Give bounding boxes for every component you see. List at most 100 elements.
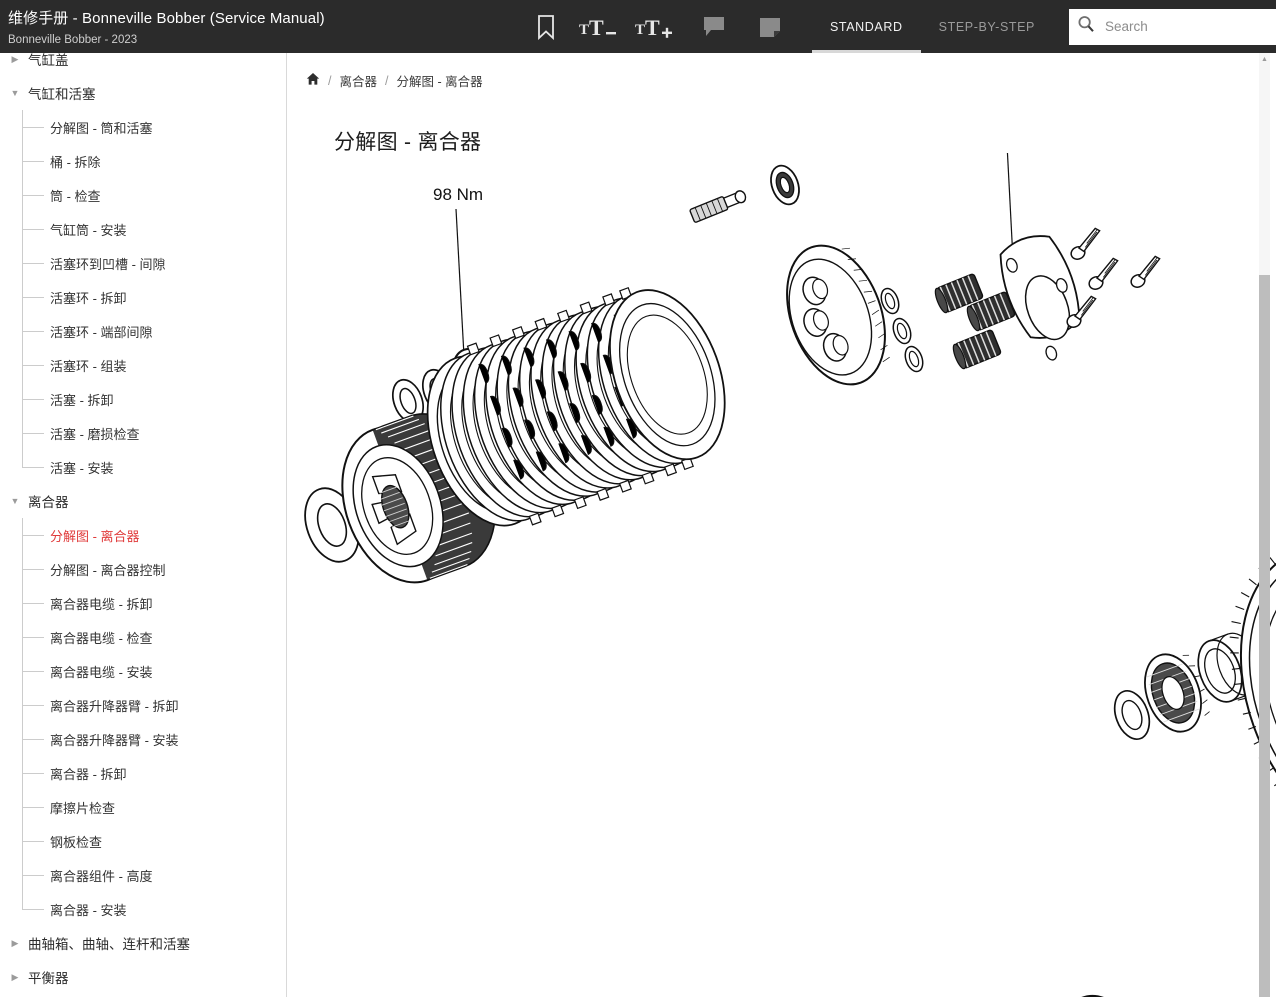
document-subtitle: Bonneville Bobber - 2023 [8,32,500,48]
toc-item-label: 钢板检查 [50,832,102,851]
chevron-down-icon: ▼ [8,497,22,506]
toc-item-label: 活塞 - 拆卸 [50,390,114,409]
toc-item-label: 活塞 - 磨损检查 [50,424,140,443]
bookmark-icon [535,14,557,40]
toc-item[interactable]: 活塞 - 安装 [0,450,270,484]
text-increase-icon: T T [635,14,681,40]
note-icon [758,15,782,39]
toc-item[interactable]: 气缸筒 - 安装 [0,212,270,246]
part-pushrod-adjuster [690,188,748,222]
toc-item-label: 离合器升降器臂 - 安装 [50,730,179,749]
part-small-ring-c [902,344,926,374]
toc-item-label: 筒 - 检查 [50,186,101,205]
toc-children-clutch: 分解图 - 离合器 分解图 - 离合器控制 离合器电缆 - 拆卸 离合器电缆 -… [0,518,270,926]
toc-item-label: 离合器 - 安装 [50,900,127,919]
toc-item[interactable]: 分解图 - 筒和活塞 [0,110,270,144]
clutch-exploded-diagram: 98 Nm 10 Nm [288,153,1276,997]
toc-item[interactable]: 筒 - 检查 [0,178,270,212]
toc-item[interactable]: 活塞环 - 组装 [0,348,270,382]
diagram-container: 98 Nm 10 Nm [288,153,1276,997]
comment-icon [702,15,726,39]
note-button[interactable] [742,0,798,53]
toc-tree: ▶ 气缸盖 ▼ 气缸和活塞 分解图 - 筒和活塞 桶 - 拆除 筒 - 检查 气… [0,53,270,997]
toc-item[interactable]: 离合器电缆 - 检查 [0,620,270,654]
part-pressure-plate [769,232,903,398]
toc-group-balancer[interactable]: ▶ 平衡器 [0,960,270,994]
toc-item[interactable]: 离合器升降器臂 - 安装 [0,722,270,756]
search-icon [1077,15,1095,38]
toc-group-clutch[interactable]: ▼ 离合器 [0,484,270,518]
toc-item[interactable]: 离合器 - 拆卸 [0,756,270,790]
toc-item[interactable]: 摩擦片检查 [0,790,270,824]
toolbar: T T T T [500,0,1276,53]
comment-button[interactable] [686,0,742,53]
page-title: 分解图 - 离合器 [334,126,1276,156]
toc-item[interactable]: 离合器升降器臂 - 拆卸 [0,688,270,722]
toc-item-label: 摩擦片检查 [50,798,115,817]
toc-item[interactable]: 活塞 - 拆卸 [0,382,270,416]
search-input[interactable] [1103,18,1276,35]
view-mode-tabs: STANDARD STEP-BY-STEP [812,0,1053,53]
document-title: 维修手册 - Bonneville Bobber (Service Manual… [8,9,500,28]
svg-text:T: T [645,15,660,40]
breadcrumb-item-clutch[interactable]: 离合器 [339,71,377,90]
toc-item-label: 桶 - 拆除 [50,152,101,171]
part-retainer-bolt-a [1065,227,1107,261]
toc-item[interactable]: 离合器电缆 - 安装 [0,654,270,688]
toc-item-label: 离合器升降器臂 - 拆卸 [50,696,179,715]
toc-item[interactable]: 活塞环到凹槽 - 间隙 [0,246,270,280]
toc-item-label: 分解图 - 离合器控制 [50,560,166,579]
app-root: 维修手册 - Bonneville Bobber (Service Manual… [0,0,1276,997]
toc-item[interactable]: 钢板检查 [0,824,270,858]
toc-item-label: 活塞环 - 拆卸 [50,288,127,307]
toc-item-label: 离合器组件 - 高度 [50,866,153,885]
toc-item-label: 离合器 - 拆卸 [50,764,127,783]
part-clutch-spring-c [951,329,1002,370]
toc-item[interactable]: 桶 - 拆除 [0,144,270,178]
toc-group-label: 平衡器 [28,967,69,987]
tab-standard[interactable]: STANDARD [812,0,921,53]
chevron-down-icon: ▼ [8,89,22,98]
toc-item[interactable]: 离合器组件 - 高度 [0,858,270,892]
home-icon[interactable] [306,72,320,89]
breadcrumb-separator: / [328,74,331,88]
toc-group-cylinder-piston[interactable]: ▼ 气缸和活塞 [0,76,270,110]
toc-item-label: 活塞环 - 组装 [50,356,127,375]
toc-item[interactable]: 分解图 - 离合器控制 [0,552,270,586]
part-retainer-bolt-torqued [1125,255,1167,289]
bookmark-button[interactable] [518,0,574,53]
toc-group-crankcase[interactable]: ▶ 曲轴箱、曲轴、连杆和活塞 [0,926,270,960]
sidebar-navigation: ▶ 气缸盖 ▼ 气缸和活塞 分解图 - 筒和活塞 桶 - 拆除 筒 - 检查 气… [0,53,287,997]
breadcrumb: / 离合器 / 分解图 - 离合器 [288,53,1276,90]
chevron-right-icon: ▶ [8,55,22,64]
text-decrease-button[interactable]: T T [574,0,630,53]
toc-item-active[interactable]: 分解图 - 离合器 [0,518,270,552]
toc-item[interactable]: 活塞 - 磨损检查 [0,416,270,450]
svg-text:T: T [579,22,589,38]
sidebar-scrollbar[interactable]: ▲ [1259,53,1270,997]
content-pane: / 离合器 / 分解图 - 离合器 分解图 - 离合器 [288,53,1276,997]
svg-text:T: T [635,22,645,38]
search-box[interactable] [1069,9,1276,45]
breadcrumb-separator: / [385,74,388,88]
toc-group-label: 气缸和活塞 [28,83,96,103]
toc-item[interactable]: 离合器 - 安装 [0,892,270,926]
text-decrease-icon: T T [579,14,625,40]
scroll-up-arrow-icon[interactable]: ▲ [1259,55,1270,64]
toc-item-label: 离合器电缆 - 拆卸 [50,594,153,613]
toc-item-label: 气缸筒 - 安装 [50,220,127,239]
text-increase-button[interactable]: T T [630,0,686,53]
toc-item-label: 分解图 - 筒和活塞 [50,118,153,137]
sidebar-scrollbar-thumb[interactable] [1259,275,1270,997]
toc-item[interactable]: 活塞环 - 拆卸 [0,280,270,314]
toc-item[interactable]: 离合器电缆 - 拆卸 [0,586,270,620]
tab-step-by-step[interactable]: STEP-BY-STEP [921,0,1053,53]
svg-text:T: T [589,15,604,40]
part-small-ring-b [890,316,914,346]
toc-group-cylinder-head[interactable]: ▶ 气缸盖 [0,53,270,76]
toc-item-label: 活塞 - 安装 [50,458,114,477]
chevron-right-icon: ▶ [8,973,22,982]
toc-group-label: 气缸盖 [28,53,69,69]
toc-item[interactable]: 活塞环 - 端部间隙 [0,314,270,348]
toc-item-label: 离合器电缆 - 安装 [50,662,153,681]
